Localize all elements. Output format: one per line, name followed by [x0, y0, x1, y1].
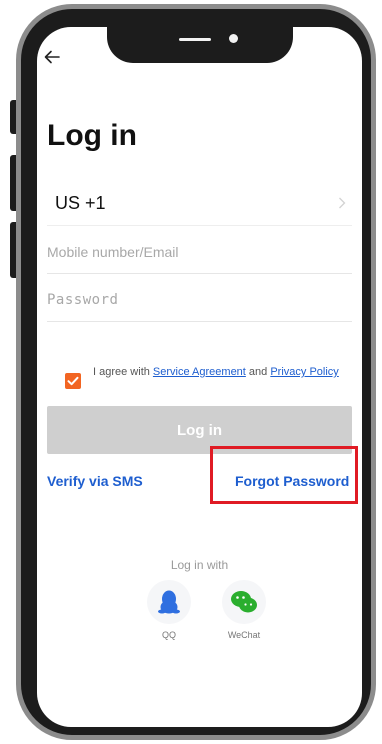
front-camera [229, 34, 238, 43]
forgot-password-highlight [210, 446, 358, 504]
qq-icon-circle [147, 580, 191, 624]
page-title: Log in [47, 119, 137, 152]
checkmark-icon [67, 376, 79, 386]
service-agreement-link[interactable]: Service Agreement [153, 366, 246, 378]
verify-via-sms-link[interactable]: Verify via SMS [47, 473, 143, 489]
wechat-login-button[interactable]: WeChat [214, 580, 274, 640]
mobile-email-field [47, 230, 352, 274]
password-field [47, 278, 352, 322]
speaker-grille [179, 38, 211, 41]
qq-login-button[interactable]: QQ [139, 580, 199, 640]
country-code-selector[interactable]: US +1 [47, 182, 352, 226]
phone-notch [107, 27, 293, 63]
agreement-checkbox[interactable] [65, 373, 81, 389]
login-with-heading: Log in with [170, 558, 229, 572]
privacy-policy-link[interactable]: Privacy Policy [270, 366, 338, 378]
agreement-prefix: I agree with [93, 366, 153, 378]
agreement-text: I agree with Service Agreement and Priva… [93, 365, 343, 379]
qq-label: QQ [161, 630, 176, 640]
agreement-middle: and [245, 366, 271, 378]
stage: Log in US +1 I agree with Service Agreem… [0, 0, 382, 744]
chevron-right-icon [339, 197, 346, 209]
wechat-label: WeChat [227, 630, 261, 640]
mobile-email-input[interactable] [47, 238, 347, 266]
password-input[interactable] [47, 286, 347, 314]
phone-screen: Log in US +1 I agree with Service Agreem… [37, 27, 362, 727]
country-code-value: US +1 [55, 193, 106, 213]
wechat-icon-circle [222, 580, 266, 624]
qq-penguin-icon [158, 590, 180, 614]
arrow-left-icon[interactable] [42, 47, 62, 67]
wechat-icon [231, 591, 257, 613]
